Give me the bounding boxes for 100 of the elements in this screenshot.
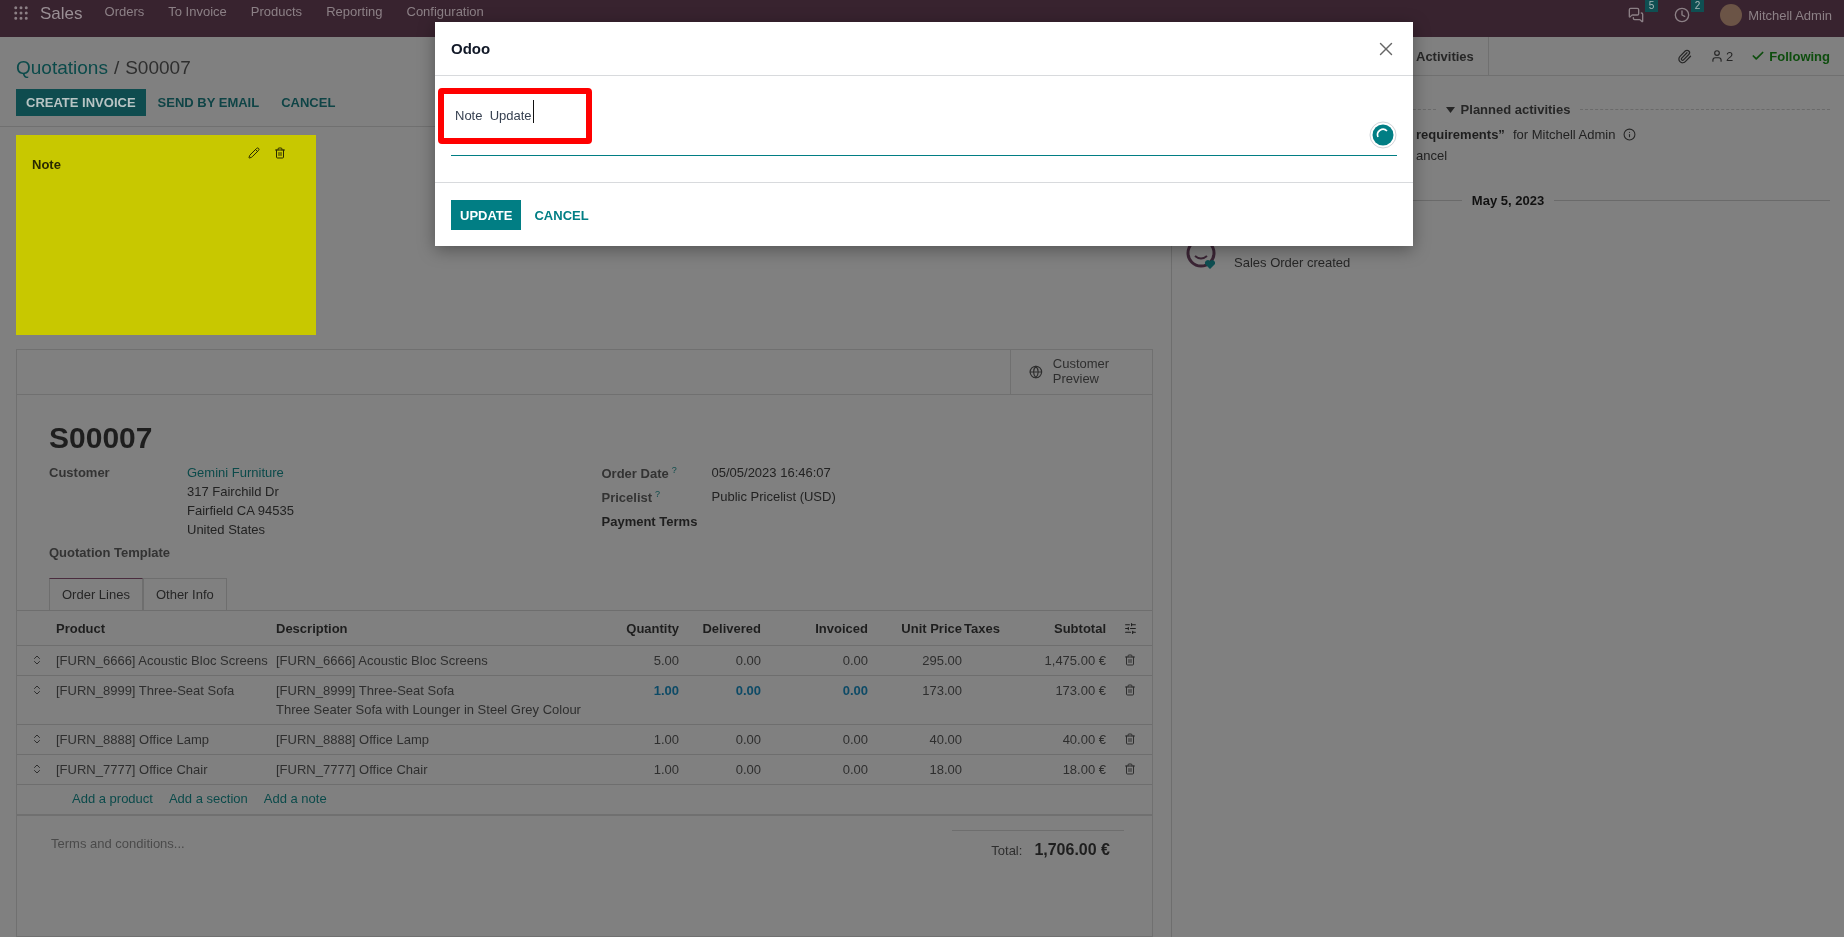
table-cell-text: [FURN_6666] Acoustic Bloc Screens [56,653,269,668]
dialog-title: Odoo [451,40,491,57]
followers-count[interactable]: 2 [1726,48,1734,64]
add-line-link[interactable]: Add a note [263,791,327,808]
action-button[interactable]: SEND BY EMAIL [147,89,270,116]
add-line-link[interactable]: Add a product [72,791,153,808]
globe-icon [1029,363,1043,381]
menu-item[interactable]: Products [250,4,303,19]
action-button[interactable]: CANCEL [271,89,346,116]
table-cell-text: Three Seater Sofa with Lounger in Steel Grey Colour [276,702,582,717]
activity-assignee: for Mitchell Admin [1512,127,1616,142]
breadcrumb-separator: / [113,57,120,79]
planned-activities-title[interactable]: Planned activities [1460,102,1571,117]
breadcrumb-link[interactable]: Quotations [16,57,108,79]
menu-item[interactable]: To Invoice [168,4,227,19]
user-avatar[interactable] [1720,4,1743,26]
table-cell-text: [FURN_7777] Office Chair [276,762,429,777]
help-mark[interactable]: ? [671,465,677,475]
user-name[interactable]: Mitchell Admin [1748,7,1832,23]
note-title: Note [32,157,61,172]
help-mark[interactable]: ? [655,489,661,500]
total-value: 1,706.00 € [1034,841,1110,859]
activity-count: 2 [1690,0,1705,12]
assistant-icon[interactable] [1369,121,1397,149]
field-label: Order Date [601,466,669,482]
menu-item[interactable]: Reporting [326,4,383,19]
table-cell-text: [FURN_8999] Three-Seat Sofa [276,683,456,698]
clock-icon[interactable] [1674,7,1691,23]
chat-icon[interactable] [1628,7,1645,23]
field-label: Quotation Template [49,545,172,560]
table-cell-text: 0.00 [841,762,868,777]
field-value: 05/05/2023 16:46:07 [711,465,832,480]
column-header[interactable]: Product [56,611,276,646]
delete-icon[interactable] [1124,763,1136,775]
table-cell-text: 0.00 [841,732,868,747]
record-title: S00007 [49,421,154,455]
table-cell-text: 5.00 [652,653,679,668]
customer-link[interactable]: Gemini Furniture [187,465,585,480]
tab[interactable]: Other Info [142,578,227,611]
tab[interactable]: Order Lines [49,578,143,611]
table-cell-text: 18.00 [928,762,962,777]
app-name[interactable]: Sales [40,4,83,24]
column-header[interactable]: Taxes [964,611,1019,646]
field-label: Payment Terms [601,513,698,529]
table-cell-text: 0.00 [734,653,761,668]
following-button[interactable]: Following [1769,48,1830,64]
table-cell-text: [FURN_7777] Office Chair [56,762,209,777]
paperclip-icon[interactable] [1677,48,1693,64]
date-separator: May 5, 2023 [1471,193,1545,208]
edit-icon[interactable] [248,147,260,159]
column-header[interactable]: Subtotal [1019,611,1108,646]
table-cell-text: 0.00 [841,653,868,668]
table-cell-text: 1.00 [652,683,679,698]
delete-icon[interactable] [1124,684,1136,696]
table-cell-text: 40.00 [928,732,962,747]
activity-summary: requirements” [1416,127,1505,142]
info-icon[interactable] [1623,128,1637,141]
delete-icon[interactable] [274,147,286,159]
note-input-field[interactable]: Note Update [451,100,1397,156]
activity-action[interactable]: ancel [1416,148,1844,163]
field-label: Customer [49,465,111,480]
menu-item[interactable]: Configuration [406,4,484,19]
caret-icon[interactable] [1445,106,1455,113]
check-icon [1751,49,1766,63]
delete-icon[interactable] [1124,654,1136,666]
address-line: Fairfield CA 94535 [187,503,295,518]
field-value: Public Pricelist (USD) [711,489,837,505]
table-cell-text: [FURN_8999] Three-Seat Sofa [56,683,236,698]
column-header[interactable]: Quantity [606,611,681,646]
table-cell-text: 173.00 [921,683,962,698]
dialog-button[interactable]: UPDATE [451,200,522,230]
address-line: 317 Fairchild Dr [187,484,280,499]
table-cell-text: [FURN_8888] Office Lamp [276,732,430,747]
table-cell-text: [FURN_8888] Office Lamp [56,732,210,747]
table-cell-text: 1.00 [652,732,679,747]
table-cell-text: 40.00 € [1061,732,1106,747]
table-cell-text: 173.00 € [1054,683,1106,698]
add-line-link[interactable]: Add a section [168,791,248,808]
message-count: 5 [1644,0,1659,12]
table-cell-text: 18.00 € [1061,762,1106,777]
followers-icon[interactable] [1710,49,1725,63]
column-settings-icon[interactable] [1123,621,1137,635]
menu-item[interactable]: Orders [104,4,145,19]
table-cell-text: 1.00 [652,762,679,777]
dialog-button[interactable]: CANCEL [525,200,598,230]
table-cell-text: 0.00 [841,683,868,698]
column-header[interactable]: Unit Price [870,611,964,646]
customer-preview-button[interactable]: Customer Preview [1010,350,1152,394]
table-cell-text: 0.00 [734,762,761,777]
address-line: United States [187,522,267,537]
breadcrumb-current: S00007 [125,57,191,79]
column-header[interactable]: Invoiced [763,611,870,646]
table-cell-text: 295.00 [921,653,962,668]
column-header[interactable]: Delivered [681,611,763,646]
action-button[interactable]: CREATE INVOICE [16,89,146,116]
message-text: Sales Order created [1234,255,1351,270]
delete-icon[interactable] [1124,733,1136,745]
apps-menu-icon[interactable] [12,4,30,22]
column-header[interactable]: Description [276,611,606,646]
field-label: Pricelist [601,490,653,506]
